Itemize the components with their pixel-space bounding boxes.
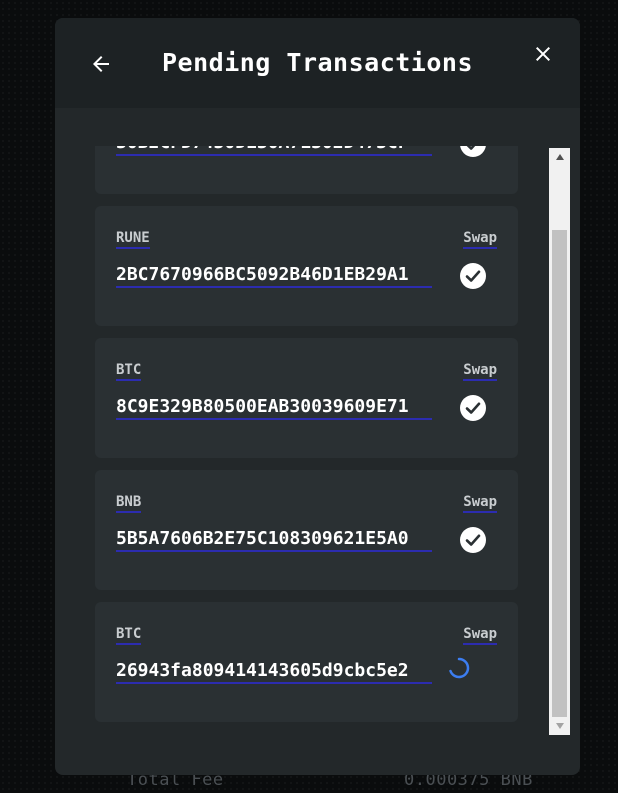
transaction-status xyxy=(459,146,487,158)
modal-header: Pending Transactions xyxy=(55,18,580,108)
transaction-hash-link[interactable]: 5B5A7606B2E75C108309621E5A0 xyxy=(116,528,432,552)
transaction-list[interactable]: 30B2CFD7430D130A71302D473CF RUNE Swap 2BC76… xyxy=(95,146,549,736)
transaction-status xyxy=(459,394,487,422)
transaction-card: RUNE Swap 2BC7670966BC5092B46D1EB29A1 xyxy=(95,206,518,326)
scrollbar-thumb[interactable] xyxy=(552,230,567,717)
scroll-down-button[interactable] xyxy=(549,717,570,735)
close-button[interactable] xyxy=(529,40,557,68)
transaction-type: Swap xyxy=(463,494,497,513)
transaction-hash-link[interactable]: 26943fa809414143605d9cbc5e2 xyxy=(116,660,432,684)
scroll-down-arrow-icon xyxy=(555,723,564,729)
transaction-asset: BTC xyxy=(116,626,142,645)
transaction-hash-link[interactable]: 2BC7670966BC5092B46D1EB29A1 xyxy=(116,264,432,288)
modal-title: Pending Transactions xyxy=(161,48,474,77)
transaction-card: 30B2CFD7430D130A71302D473CF xyxy=(95,146,518,194)
scroll-up-arrow-icon xyxy=(555,154,564,160)
transaction-status xyxy=(459,262,487,290)
scroll-up-button[interactable] xyxy=(549,148,570,166)
transaction-hash-link[interactable]: 30B2CFD7430D130A71302D473CF xyxy=(116,146,432,156)
transaction-type: Swap xyxy=(463,626,497,645)
transaction-card: BNB Swap 5B5A7606B2E75C108309621E5A0 xyxy=(95,470,518,590)
transaction-type: Swap xyxy=(463,230,497,249)
transaction-asset: BTC xyxy=(116,362,142,381)
check-circle-icon xyxy=(460,263,486,289)
scrollbar[interactable] xyxy=(549,148,570,735)
transaction-asset: BNB xyxy=(116,494,142,513)
transaction-asset: RUNE xyxy=(116,230,150,249)
check-circle-icon xyxy=(460,527,486,553)
transaction-status xyxy=(459,526,487,554)
transaction-list-inner: 30B2CFD7430D130A71302D473CF RUNE Swap 2BC76… xyxy=(95,146,549,734)
loading-spinner-icon xyxy=(449,657,470,679)
transaction-card: BTC Swap 8C9E329B80500EAB30039609E71 xyxy=(95,338,518,458)
transaction-type: Swap xyxy=(463,362,497,381)
pending-transactions-modal: Pending Transactions 30B2CFD7430D130A713… xyxy=(55,18,580,775)
check-circle-icon xyxy=(460,395,486,421)
close-icon xyxy=(536,47,550,61)
transaction-status xyxy=(445,654,473,682)
transaction-card: BTC Swap 26943fa809414143605d9cbc5e2 xyxy=(95,602,518,722)
check-circle-icon xyxy=(460,146,486,157)
transaction-hash-link[interactable]: 8C9E329B80500EAB30039609E71 xyxy=(116,396,432,420)
